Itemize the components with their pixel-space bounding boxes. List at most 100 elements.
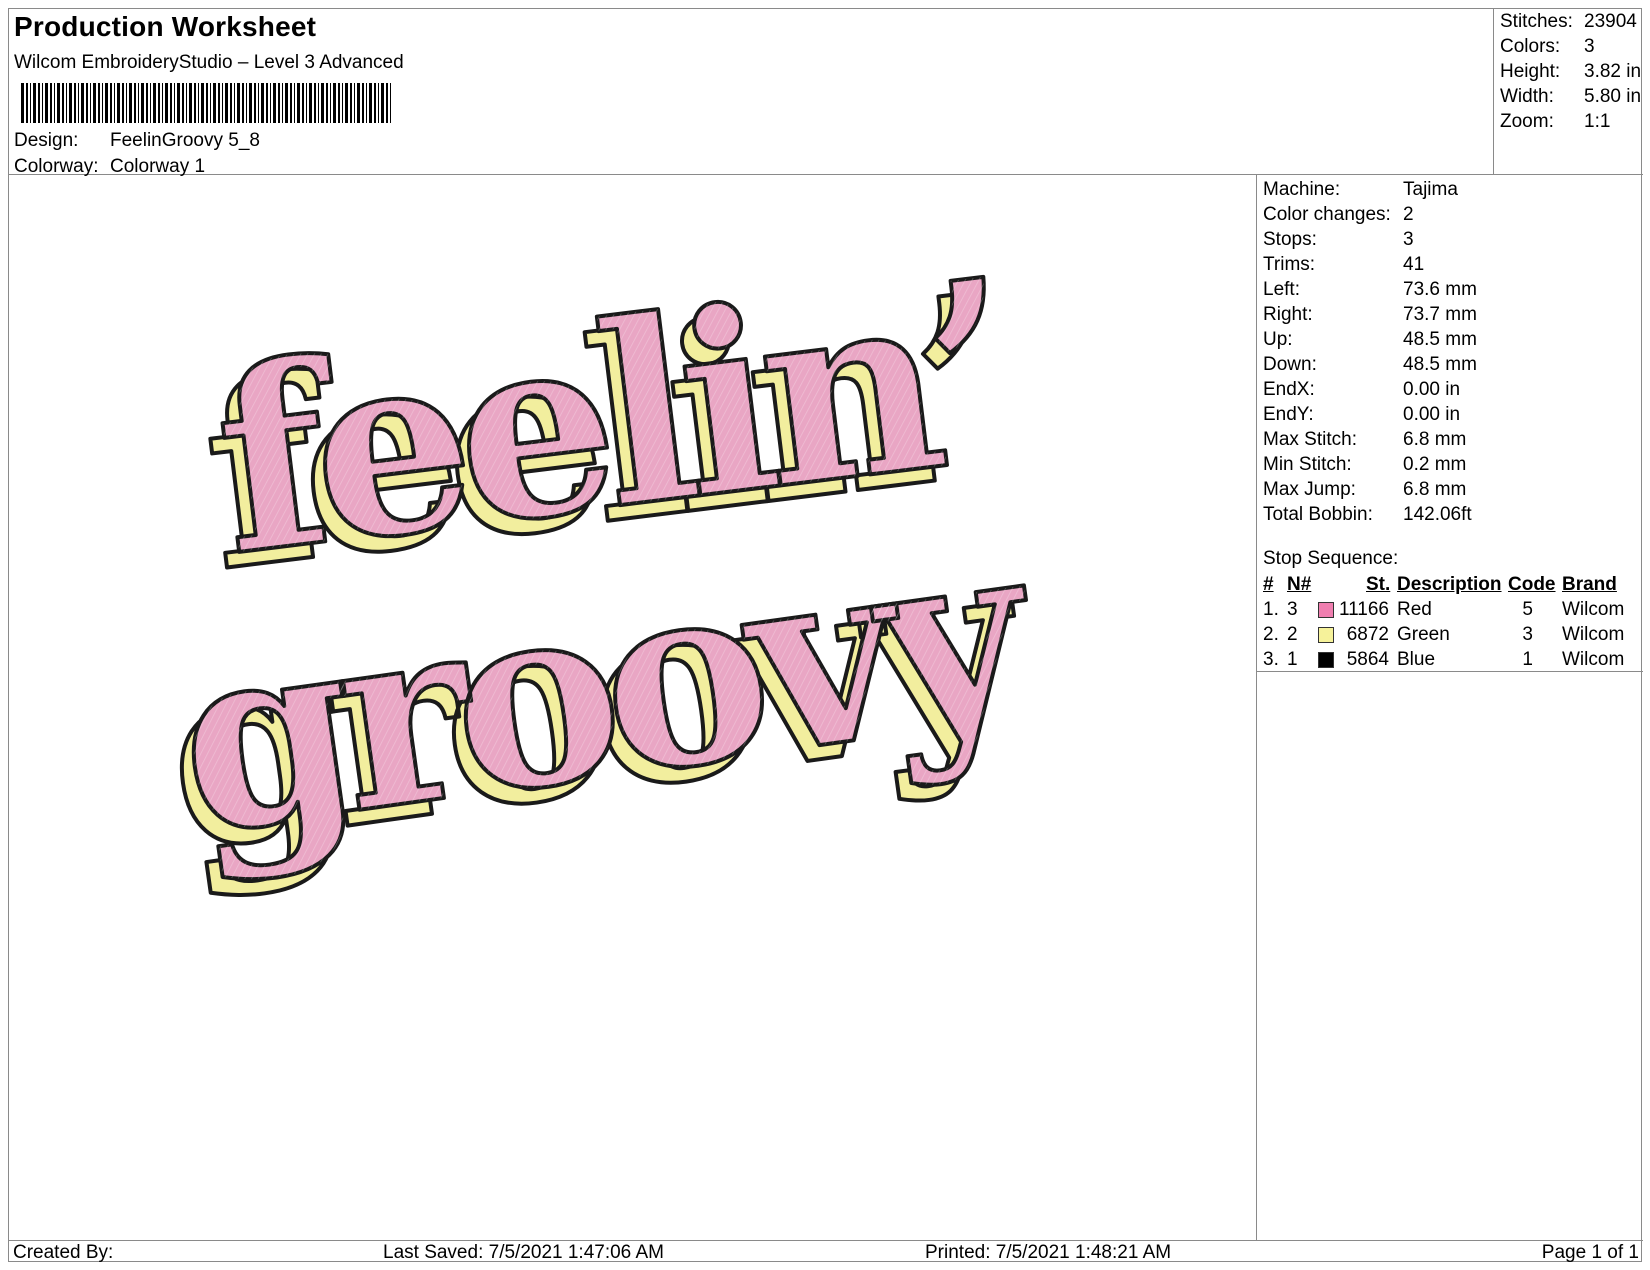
created-by: Created By:	[13, 1242, 114, 1263]
zoom-label: Zoom:	[1500, 111, 1554, 132]
stop-row-stitches: 11166	[1338, 599, 1389, 620]
machine-info-row: Color changes: 2	[1263, 204, 1414, 226]
stop-row-brand: Wilcom	[1562, 649, 1625, 670]
machine-info-value: 73.6 mm	[1403, 279, 1477, 300]
zoom-value: 1:1	[1584, 111, 1611, 132]
machine-info-value: 41	[1403, 254, 1425, 275]
machine-info-row: EndY: 0.00 in	[1263, 404, 1460, 426]
colors-value: 3	[1584, 36, 1595, 57]
machine-info-value: 6.8 mm	[1403, 429, 1467, 450]
height-label: Height:	[1500, 61, 1561, 82]
machine-info-row: Stops: 3	[1263, 229, 1414, 251]
machine-info-panel: Machine: Tajima Color changes: 2 Stops: 3 Trim…	[1257, 175, 1643, 1240]
design-name: FeelinGroovy 5_8	[110, 130, 260, 151]
production-worksheet: Production Worksheet Wilcom EmbroiderySt…	[8, 8, 1643, 1263]
colors-row: Colors: 3	[1500, 36, 1595, 58]
colorway-name: Colorway 1	[110, 156, 206, 177]
stop-row-description: Green	[1397, 624, 1450, 645]
color-swatch-icon	[1318, 627, 1334, 643]
stop-row-num: 1.	[1263, 599, 1279, 620]
machine-info-row: Max Jump: 6.8 mm	[1263, 479, 1466, 501]
machine-info-row: EndX: 0.00 in	[1263, 379, 1460, 401]
machine-info-value: 0.00 in	[1403, 404, 1461, 425]
stop-row-code: 3	[1522, 624, 1533, 645]
embroidery-design-image: feelin’ feelin’ feelin’ groovy groovy gr…	[147, 222, 1053, 909]
machine-info-value: 0.2 mm	[1403, 454, 1467, 475]
stitches-row: Stitches: 23904	[1500, 11, 1637, 33]
machine-info-row: Left: 73.6 mm	[1263, 279, 1477, 301]
stop-row-num: 2.	[1263, 624, 1279, 645]
stop-row-stitches: 6872	[1346, 624, 1389, 645]
color-swatch-icon	[1318, 602, 1334, 618]
stop-row-needle: 3	[1287, 599, 1298, 620]
col-header-brand: Brand	[1562, 574, 1617, 595]
stop-row-stitches: 5864	[1346, 649, 1389, 670]
machine-info-row: Machine: Tajima	[1263, 179, 1458, 201]
machine-info-value: 0.00 in	[1403, 379, 1461, 400]
col-header-code: Code	[1508, 574, 1556, 595]
stop-row-description: Red	[1397, 599, 1432, 620]
stop-row-code: 1	[1522, 649, 1533, 670]
design-summary: Stitches: 23904 Colors: 3 Height: 3.82 in W…	[1493, 9, 1643, 175]
stop-row-needle: 1	[1287, 649, 1298, 670]
worksheet-footer: Created By: Last Saved: 7/5/2021 1:47:06…	[9, 1240, 1643, 1263]
machine-info-value: 142.06ft	[1403, 504, 1472, 525]
barcode-icon	[21, 83, 391, 123]
stop-row-code: 5	[1522, 599, 1533, 620]
machine-info-label: Down:	[1263, 354, 1317, 375]
width-value: 5.80 in	[1584, 86, 1642, 107]
machine-info-row: Right: 73.7 mm	[1263, 304, 1477, 326]
stop-sequence-table: # N# St. Description Code Brand 1. 3 11166…	[1257, 570, 1643, 672]
machine-info-value: 2	[1403, 204, 1414, 225]
machine-info-label: Machine:	[1263, 179, 1341, 200]
stop-row-brand: Wilcom	[1562, 599, 1625, 620]
width-label: Width:	[1500, 86, 1554, 107]
design-label: Design:	[14, 130, 79, 151]
software-name: Wilcom EmbroideryStudio – Level 3 Advanc…	[14, 52, 404, 73]
zoom-row: Zoom: 1:1	[1500, 111, 1610, 133]
machine-info-value: 3	[1403, 229, 1414, 250]
machine-info-value: 48.5 mm	[1403, 354, 1477, 375]
machine-info-label: Color changes:	[1263, 204, 1391, 225]
stitches-label: Stitches:	[1500, 11, 1573, 32]
printed-date: Printed: 7/5/2021 1:48:21 AM	[925, 1242, 1172, 1263]
stitches-value: 23904	[1584, 11, 1637, 32]
machine-info-label: Total Bobbin:	[1263, 504, 1373, 525]
machine-info-row: Min Stitch: 0.2 mm	[1263, 454, 1466, 476]
last-saved: Last Saved: 7/5/2021 1:47:06 AM	[383, 1242, 664, 1263]
stop-row-num: 3.	[1263, 649, 1279, 670]
col-header-description: Description	[1397, 574, 1502, 595]
design-row: Design: FeelinGroovy 5_8	[14, 130, 260, 152]
worksheet-title: Production Worksheet	[14, 11, 317, 42]
machine-info-row: Up: 48.5 mm	[1263, 329, 1477, 351]
col-header-needle: N#	[1287, 574, 1312, 595]
machine-info-label: Trims:	[1263, 254, 1316, 275]
stop-sequence-title: Stop Sequence:	[1263, 548, 1399, 569]
col-header-stitches: St.	[1366, 574, 1391, 595]
page-number: Page 1 of 1	[1541, 1242, 1639, 1263]
colors-label: Colors:	[1500, 36, 1561, 57]
machine-info-value: 48.5 mm	[1403, 329, 1477, 350]
color-swatch-icon	[1318, 652, 1334, 668]
machine-info-label: Max Stitch:	[1263, 429, 1357, 450]
machine-info-label: Max Jump:	[1263, 479, 1356, 500]
machine-info-value: 6.8 mm	[1403, 479, 1467, 500]
height-row: Height: 3.82 in	[1500, 61, 1641, 83]
width-row: Width: 5.80 in	[1500, 86, 1641, 108]
stop-row-needle: 2	[1287, 624, 1298, 645]
machine-info-label: Min Stitch:	[1263, 454, 1352, 475]
machine-info-label: EndY:	[1263, 404, 1314, 425]
stop-row-brand: Wilcom	[1562, 624, 1625, 645]
col-header-num: #	[1263, 574, 1274, 595]
machine-info-label: Left:	[1263, 279, 1300, 300]
machine-info-row: Trims: 41	[1263, 254, 1424, 276]
machine-info-row: Total Bobbin: 142.06ft	[1263, 504, 1472, 526]
height-value: 3.82 in	[1584, 61, 1642, 82]
machine-info-label: Right:	[1263, 304, 1313, 325]
machine-info-label: Up:	[1263, 329, 1293, 350]
machine-info-label: EndX:	[1263, 379, 1315, 400]
worksheet-header: Production Worksheet Wilcom EmbroiderySt…	[9, 9, 1643, 177]
machine-info-value: 73.7 mm	[1403, 304, 1477, 325]
machine-info-value: Tajima	[1403, 179, 1458, 200]
stop-row-description: Blue	[1397, 649, 1436, 670]
